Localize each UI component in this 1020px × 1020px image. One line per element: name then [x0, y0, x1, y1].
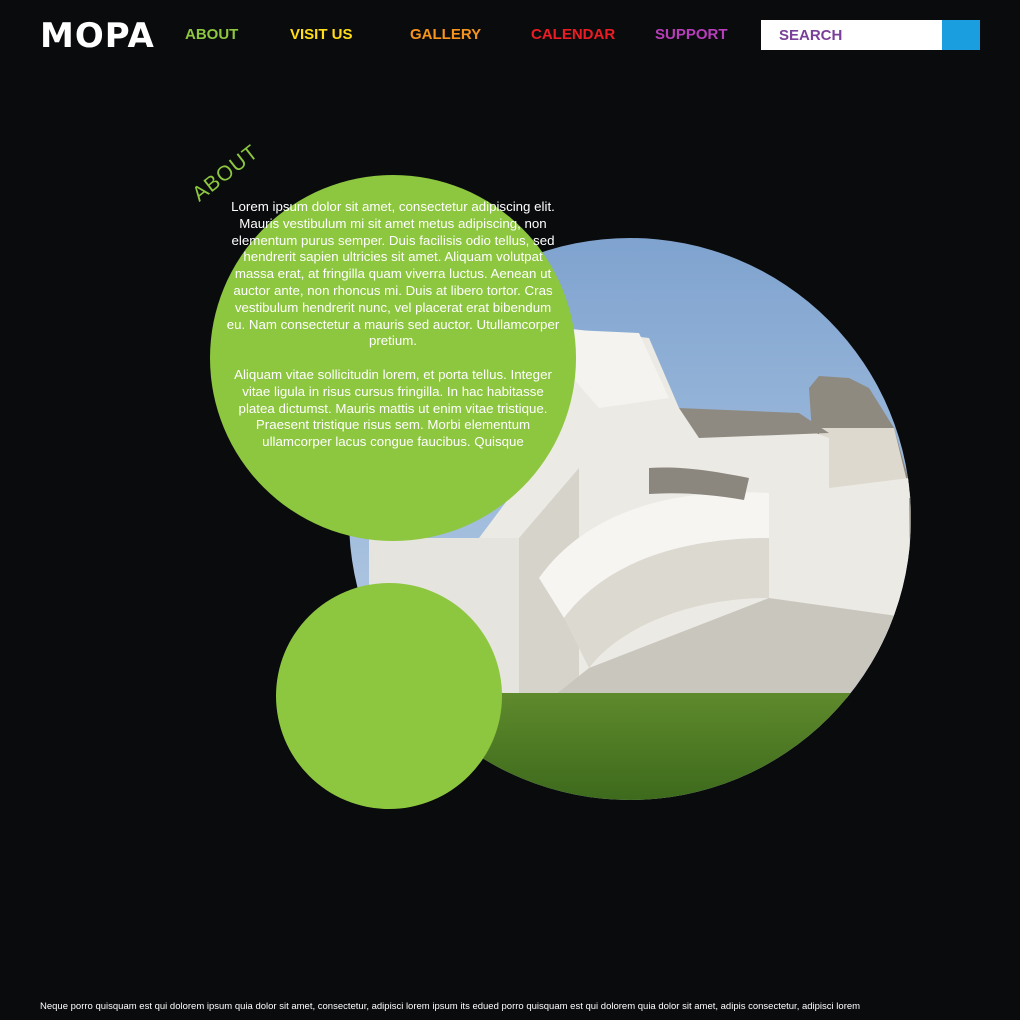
about-text-bubble: Lorem ipsum dolor sit amet, consectetur … — [210, 175, 576, 541]
about-paragraph-2: Aliquam vitae sollicitudin lorem, et por… — [234, 366, 552, 450]
nav-calendar[interactable]: CALENDAR — [531, 26, 615, 44]
search-input[interactable] — [761, 20, 942, 50]
about-paragraph-1: Lorem ipsum dolor sit amet, consectetur … — [226, 199, 560, 349]
search-button[interactable] — [942, 20, 980, 50]
section-heading-about: ABOUT — [188, 140, 264, 207]
nav-visit-us[interactable]: VISIT US — [290, 26, 353, 44]
nav-gallery[interactable]: GALLERY — [410, 26, 481, 44]
mopa-logo[interactable]: MOPA — [40, 16, 155, 56]
decorative-circle — [276, 583, 502, 809]
footer-text: Neque porro quisquam est qui dolorem ips… — [40, 1001, 861, 1012]
nav-support[interactable]: SUPPORT — [655, 26, 728, 44]
nav-about[interactable]: ABOUT — [185, 26, 238, 44]
